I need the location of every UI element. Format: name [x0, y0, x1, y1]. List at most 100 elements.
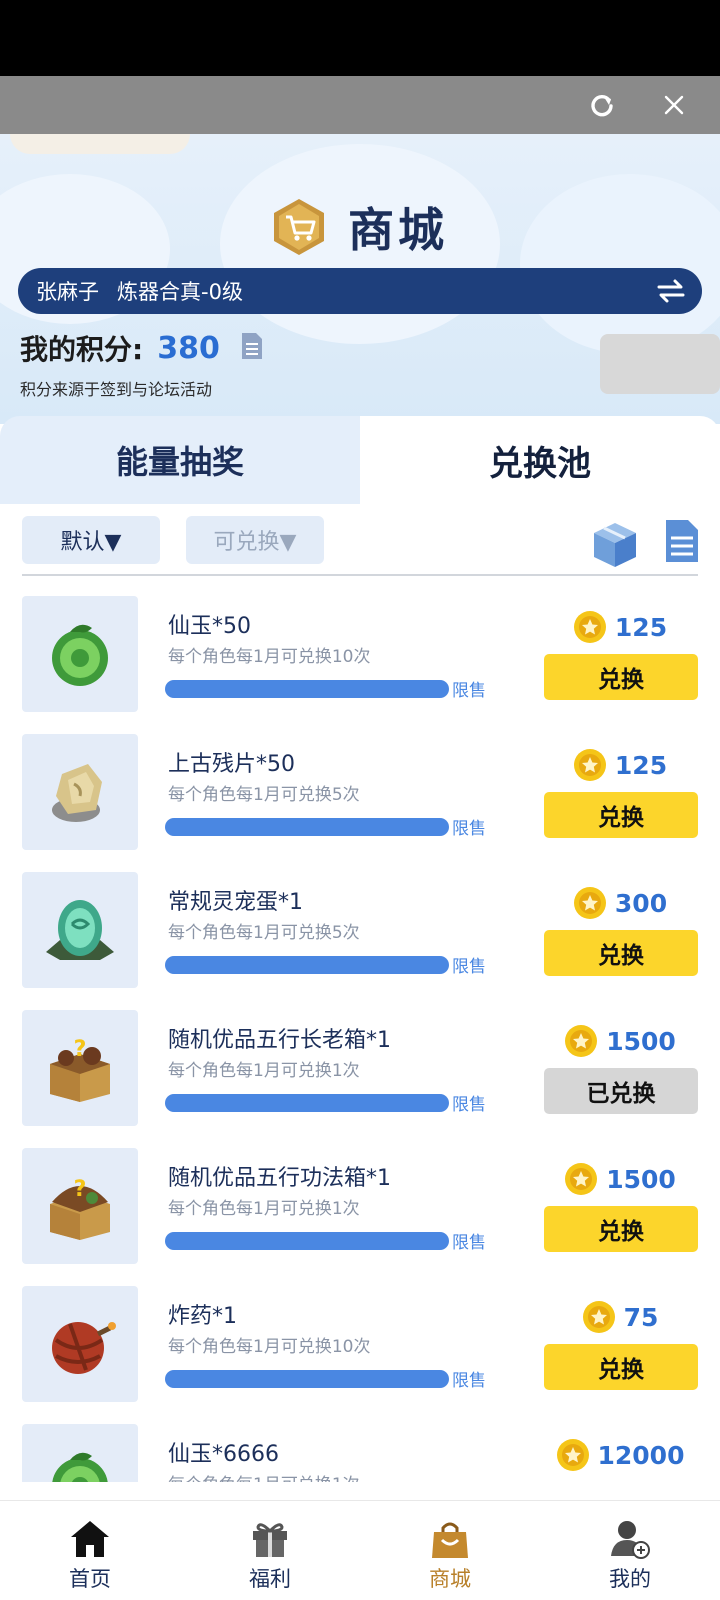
- tab-energy-lottery[interactable]: 能量抽奖: [0, 416, 360, 504]
- coin-icon: [573, 749, 606, 781]
- shop-cart-icon: [274, 199, 324, 255]
- redeemed-button: 已兑换: [544, 1068, 698, 1114]
- nav-label: 福利: [249, 1567, 291, 1591]
- item-thumbnail[interactable]: [22, 734, 138, 850]
- sort-dropdown[interactable]: 默认▼: [22, 516, 160, 564]
- limited-tag: 限售: [452, 681, 486, 701]
- stock-progress-bar: [165, 1232, 449, 1250]
- gift-icon: [248, 1517, 292, 1561]
- divider: [22, 574, 698, 576]
- stock-progress-bar: [165, 680, 449, 698]
- item-name: 炸药*1: [168, 1304, 237, 1329]
- item-price: 1500: [540, 1024, 700, 1058]
- price-value: 125: [614, 612, 668, 642]
- shop-bag-icon: [428, 1517, 472, 1561]
- redeem-button[interactable]: 兑换: [544, 930, 698, 976]
- refresh-icon[interactable]: [586, 89, 618, 121]
- stock-progress-bar: [165, 956, 449, 974]
- filter-bar: 默认▼ 可兑换▼: [0, 516, 720, 576]
- limited-tag: 限售: [452, 957, 486, 977]
- item-limit: 每个角色每1月可兑换5次: [168, 923, 360, 943]
- item-name: 仙玉*50: [168, 614, 251, 639]
- redeem-button[interactable]: 兑换: [544, 1206, 698, 1252]
- item-limit: 每个角色每1月可兑换1次: [168, 1470, 360, 1482]
- exchange-record-icon[interactable]: [664, 518, 700, 568]
- item-thumbnail[interactable]: [22, 1424, 138, 1482]
- item-name: 随机优品五行长老箱*1: [168, 1028, 391, 1053]
- close-icon[interactable]: [658, 89, 690, 121]
- nav-label: 首页: [69, 1567, 111, 1591]
- price-value: 75: [623, 1302, 659, 1332]
- jade-icon: [52, 624, 108, 686]
- nav-label: 商城: [429, 1567, 471, 1591]
- svg-text:?: ?: [74, 1177, 87, 1202]
- item-price: 12000: [540, 1438, 700, 1472]
- nav-shop[interactable]: 商城: [360, 1501, 540, 1600]
- points-summary: 我的积分: 380: [20, 328, 264, 368]
- fragment-icon: [52, 764, 102, 822]
- home-icon: [68, 1517, 112, 1561]
- shop-tabs: 能量抽奖 兑换池: [0, 416, 720, 504]
- page-title: 商城: [0, 194, 720, 260]
- character-selector[interactable]: 张麻子 炼器合真-0级: [18, 268, 702, 314]
- banner-decoration: [10, 134, 190, 154]
- redeem-button[interactable]: 兑换: [544, 792, 698, 838]
- page-title-text: 商城: [348, 203, 448, 257]
- list-item: 仙玉*6666 每个角色每1月可兑换1次 限售 12000 兑换: [0, 1424, 720, 1482]
- availability-dropdown[interactable]: 可兑换▼: [186, 516, 324, 564]
- item-limit: 每个角色每1月可兑换1次: [168, 1199, 360, 1219]
- user-name: 张麻子: [36, 280, 99, 304]
- limited-tag: 限售: [452, 1095, 486, 1115]
- item-name: 上古残片*50: [168, 752, 295, 777]
- coin-icon: [582, 1301, 615, 1333]
- item-name: 随机优品五行功法箱*1: [168, 1166, 391, 1191]
- price-value: 1500: [606, 1026, 676, 1056]
- nav-welfare[interactable]: 福利: [180, 1501, 360, 1600]
- svg-text:?: ?: [74, 1037, 87, 1062]
- item-price: 300: [540, 886, 700, 920]
- item-thumbnail[interactable]: [22, 872, 138, 988]
- list-item: ? 随机优品五行长老箱*1 每个角色每1月可兑换1次 限售 1500 已兑换: [0, 1010, 720, 1126]
- limited-tag: 限售: [452, 819, 486, 839]
- exchange-item-list: 仙玉*50 每个角色每1月可兑换10次 限售 125 兑换 上古残片*50 每个…: [0, 596, 720, 1482]
- switch-character-icon[interactable]: [656, 277, 686, 310]
- item-limit: 每个角色每1月可兑换10次: [168, 647, 371, 667]
- coin-icon: [573, 611, 606, 643]
- points-value: 380: [157, 330, 220, 366]
- window-title-bar: [0, 76, 720, 134]
- list-item: 炸药*1 每个角色每1月可兑换10次 限售 75 兑换: [0, 1286, 720, 1402]
- pet-egg-icon: [46, 900, 114, 960]
- item-thumbnail[interactable]: [22, 1286, 138, 1402]
- bomb-icon: [52, 1322, 116, 1374]
- nav-label: 我的: [609, 1567, 651, 1591]
- coin-icon: [565, 1025, 598, 1057]
- bottom-navigation: 首页 福利 商城 我的: [0, 1500, 720, 1600]
- item-limit: 每个角色每1月可兑换1次: [168, 1061, 360, 1081]
- coin-icon: [573, 887, 606, 919]
- points-label: 我的积分:: [20, 333, 144, 366]
- price-value: 300: [614, 888, 668, 918]
- nav-profile[interactable]: 我的: [540, 1501, 720, 1600]
- points-note: 积分来源于签到与论坛活动: [20, 380, 213, 399]
- nav-home[interactable]: 首页: [0, 1501, 180, 1600]
- item-thumbnail[interactable]: [22, 596, 138, 712]
- redeem-button[interactable]: 兑换: [544, 1344, 698, 1390]
- item-limit: 每个角色每1月可兑换5次: [168, 785, 360, 805]
- price-value: 1500: [606, 1164, 676, 1194]
- limited-tag: 限售: [452, 1233, 486, 1253]
- item-price: 75: [540, 1300, 700, 1334]
- jade-icon: [52, 1452, 108, 1482]
- package-icon[interactable]: [590, 520, 640, 574]
- list-item: 仙玉*50 每个角色每1月可兑换10次 限售 125 兑换: [0, 596, 720, 712]
- stock-progress-bar: [165, 1094, 449, 1112]
- item-thumbnail[interactable]: ?: [22, 1010, 138, 1126]
- redeem-button[interactable]: 兑换: [544, 654, 698, 700]
- item-thumbnail[interactable]: ?: [22, 1148, 138, 1264]
- points-record-icon[interactable]: [240, 331, 264, 365]
- user-realm: 炼器合真-0级: [117, 280, 243, 304]
- list-item: 常规灵宠蛋*1 每个角色每1月可兑换5次 限售 300 兑换: [0, 872, 720, 988]
- banner-decoration: [600, 334, 720, 394]
- profile-icon: [608, 1517, 652, 1561]
- tab-exchange-pool[interactable]: 兑换池: [360, 416, 720, 504]
- item-price: 125: [540, 610, 700, 644]
